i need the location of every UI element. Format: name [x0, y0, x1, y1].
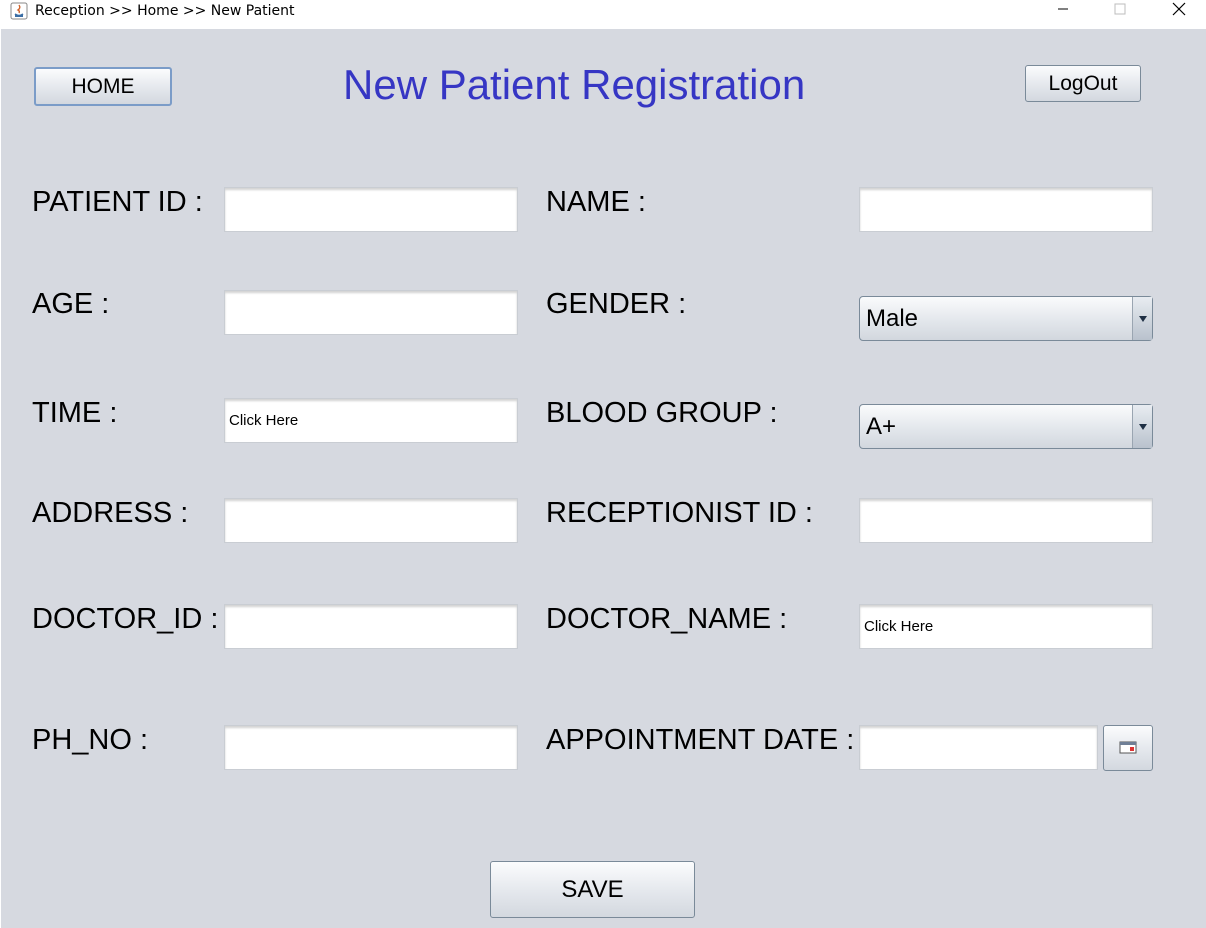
- time-field[interactable]: Click Here: [224, 398, 518, 443]
- page-title: New Patient Registration: [343, 61, 806, 108]
- doctor-name-field[interactable]: Click Here: [859, 604, 1153, 649]
- time-label: TIME :: [32, 397, 118, 429]
- dropdown-arrow-icon: [1132, 297, 1152, 340]
- gender-label: GENDER :: [546, 288, 687, 320]
- address-field[interactable]: [224, 498, 518, 543]
- receptionist-id-field[interactable]: [859, 498, 1153, 543]
- appointment-date-field[interactable]: [859, 725, 1098, 770]
- close-button[interactable]: [1150, 0, 1206, 22]
- receptionist-id-label: RECEPTIONIST ID :: [546, 497, 813, 529]
- doctor-id-label: DOCTOR_ID :: [32, 603, 219, 635]
- phone-field[interactable]: [224, 725, 518, 770]
- registration-panel: HOME New Patient Registration LogOut PAT…: [1, 29, 1206, 928]
- blood-group-select[interactable]: A+: [859, 404, 1153, 449]
- patient-id-field[interactable]: [224, 187, 518, 232]
- maximize-button[interactable]: [1091, 0, 1149, 22]
- patient-id-label: PATIENT ID :: [32, 186, 203, 218]
- blood-group-selected-value: A+: [866, 413, 897, 440]
- appointment-date-label: APPOINTMENT DATE :: [546, 724, 855, 756]
- blood-group-label: BLOOD GROUP :: [546, 397, 778, 429]
- doctor-id-field[interactable]: [224, 604, 518, 649]
- minimize-button[interactable]: [1034, 0, 1092, 22]
- gender-select[interactable]: Male: [859, 296, 1153, 341]
- gender-selected-value: Male: [866, 305, 919, 332]
- home-button[interactable]: HOME: [34, 67, 172, 106]
- phone-label: PH_NO :: [32, 724, 149, 756]
- maximize-icon: [1114, 2, 1126, 20]
- age-field[interactable]: [224, 290, 518, 335]
- minimize-icon: [1057, 2, 1069, 20]
- java-app-icon: [10, 2, 28, 20]
- save-button[interactable]: SAVE: [490, 861, 695, 918]
- window-title: Reception >> Home >> New Patient: [35, 3, 295, 19]
- name-field[interactable]: [859, 187, 1153, 232]
- doctor-name-label: DOCTOR_NAME :: [546, 603, 788, 635]
- logout-button[interactable]: LogOut: [1025, 65, 1141, 102]
- age-label: AGE :: [32, 288, 110, 320]
- window-titlebar: Reception >> Home >> New Patient: [0, 0, 1206, 29]
- date-picker-button[interactable]: [1103, 725, 1153, 771]
- close-icon: [1172, 2, 1186, 21]
- dropdown-arrow-icon: [1132, 405, 1152, 448]
- address-label: ADDRESS :: [32, 497, 189, 529]
- calendar-icon: [1119, 736, 1137, 760]
- name-label: NAME :: [546, 186, 646, 218]
